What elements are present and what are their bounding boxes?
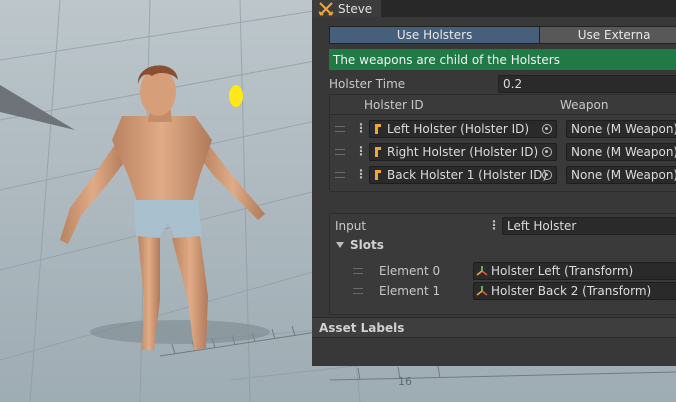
object-picker-icon[interactable] <box>542 170 552 180</box>
holster-time-row: Holster Time <box>329 75 405 93</box>
info-message: The weapons are child of the Holsters <box>329 49 676 70</box>
element-field[interactable]: Holster Left (Transform) <box>473 262 676 280</box>
element-field[interactable]: Holster Back 2 (Transform) <box>473 282 676 300</box>
inspector-panel: Steve Use Holsters Use Externa The weapo… <box>312 0 676 366</box>
table-row[interactable]: ⋮ Back Holster 1 (Holster ID) None (M We… <box>330 165 676 185</box>
slots-label: Slots <box>350 238 384 252</box>
drag-handle-icon[interactable] <box>335 149 345 155</box>
list-item[interactable]: Element 1 Holster Back 2 (Transform) <box>349 282 676 300</box>
holster-value: Left Holster (Holster ID) <box>387 122 530 136</box>
element-label: Element 1 <box>379 284 441 298</box>
tab-title: Steve <box>338 1 373 16</box>
holster-script-icon <box>375 147 381 157</box>
drag-handle-icon[interactable] <box>335 172 345 178</box>
svg-text:16: 16 <box>398 375 412 388</box>
element-label: Element 0 <box>379 264 441 278</box>
holster-mode-toolbar: Use Holsters Use Externa <box>329 26 676 44</box>
use-holsters-button[interactable]: Use Holsters <box>329 26 541 44</box>
object-picker-icon[interactable] <box>542 147 552 157</box>
list-item[interactable]: Element 0 Holster Left (Transform) <box>349 262 676 280</box>
weapon-field[interactable]: None (M Weapon) <box>566 166 676 184</box>
tab-strip <box>382 0 676 17</box>
transform-icon <box>476 286 488 296</box>
holster-field[interactable]: Left Holster (Holster ID) <box>369 120 557 138</box>
holster-field[interactable]: Right Holster (Holster ID) <box>369 143 557 161</box>
drag-handle-icon[interactable] <box>353 268 363 274</box>
input-field[interactable]: Left Holster <box>502 217 676 235</box>
holster-time-label: Holster Time <box>329 77 406 91</box>
element-value: Holster Left (Transform) <box>491 264 634 278</box>
input-label: Input <box>335 219 367 233</box>
input-row: Input <box>335 217 366 235</box>
weapon-header: Weapon <box>560 98 609 112</box>
foldout-arrow-icon[interactable] <box>336 242 344 248</box>
table-row[interactable]: ⋮ Right Holster (Holster ID) None (M Wea… <box>330 142 676 162</box>
input-menu-icon[interactable]: ⋮ <box>488 218 500 232</box>
transform-icon <box>476 266 488 276</box>
row-menu-icon[interactable]: ⋮ <box>355 144 367 158</box>
drag-handle-icon[interactable] <box>335 126 345 132</box>
asset-labels-header[interactable]: Asset Labels <box>312 317 676 338</box>
object-picker-icon[interactable] <box>542 124 552 134</box>
holster-value: Back Holster 1 (Holster ID) <box>387 168 548 182</box>
table-header: Holster ID Weapon <box>330 95 676 115</box>
weapon-field[interactable]: None (M Weapon) <box>566 143 676 161</box>
holster-script-icon <box>375 124 381 134</box>
row-menu-icon[interactable]: ⋮ <box>355 121 367 135</box>
crossed-swords-icon <box>318 1 334 16</box>
holster-script-icon <box>375 170 381 180</box>
holster-id-header: Holster ID <box>364 98 424 112</box>
element-value: Holster Back 2 (Transform) <box>491 284 652 298</box>
holster-table: Holster ID Weapon ⋮ Left Holster (Holste… <box>329 94 676 192</box>
tab-steve[interactable]: Steve <box>312 0 382 17</box>
use-external-button[interactable]: Use Externa <box>540 26 676 44</box>
weapon-field[interactable]: None (M Weapon) <box>566 120 676 138</box>
holster-field[interactable]: Back Holster 1 (Holster ID) <box>369 166 557 184</box>
slots-foldout[interactable]: Slots <box>336 238 384 252</box>
drag-handle-icon[interactable] <box>353 288 363 294</box>
row-menu-icon[interactable]: ⋮ <box>355 167 367 181</box>
holster-time-field[interactable]: 0.2 <box>498 75 676 93</box>
holster-value: Right Holster (Holster ID) <box>387 145 539 159</box>
table-row[interactable]: ⋮ Left Holster (Holster ID) None (M Weap… <box>330 119 676 139</box>
